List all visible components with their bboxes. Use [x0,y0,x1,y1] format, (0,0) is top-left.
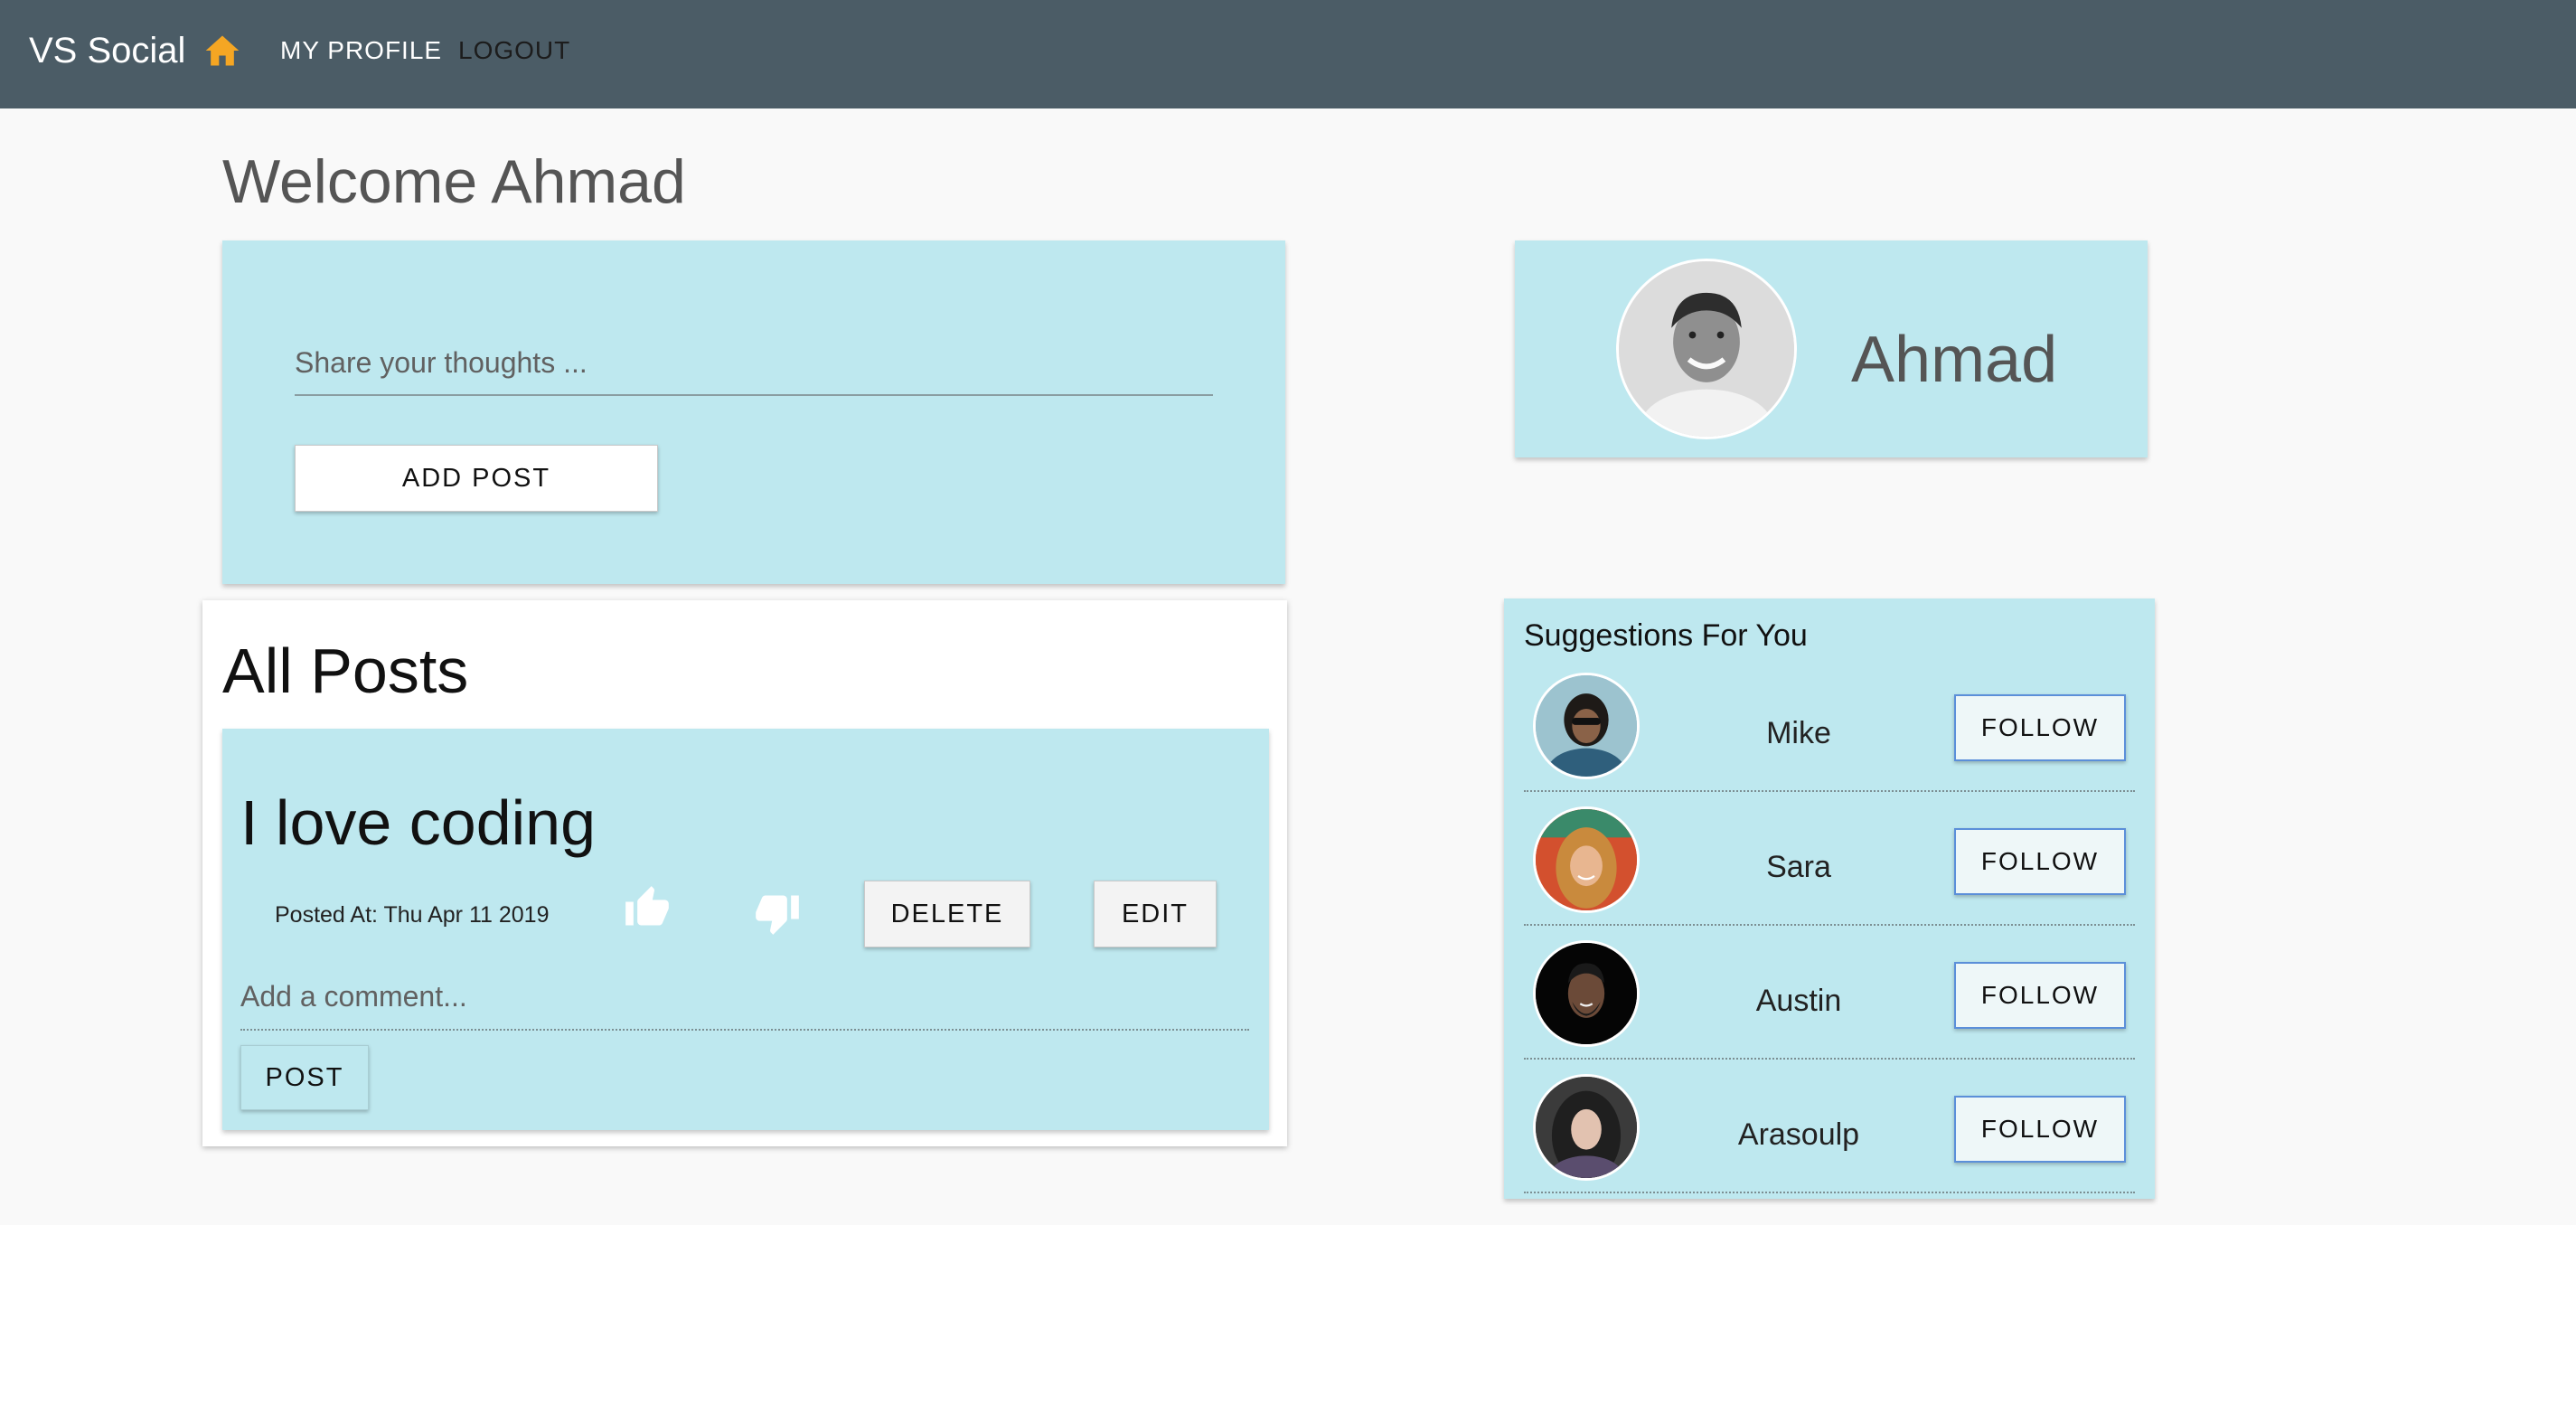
follow-button[interactable]: FOLLOW [1954,1096,2126,1163]
suggestion-avatar-mike[interactable] [1533,673,1640,779]
nav-my-profile[interactable]: MY PROFILE [280,34,442,67]
home-icon[interactable] [202,31,242,71]
follow-button[interactable]: FOLLOW [1954,828,2126,895]
edit-button[interactable]: EDIT [1094,881,1217,947]
follow-button[interactable]: FOLLOW [1954,694,2126,761]
nav-logout[interactable]: LOGOUT [458,34,570,67]
post-title: I love coding [240,787,597,858]
composer-card: ADD POST [222,240,1285,584]
follow-button[interactable]: FOLLOW [1954,962,2126,1029]
thumb-up-icon[interactable] [624,884,671,931]
post-comment-button[interactable]: POST [240,1045,369,1110]
avatar-icon [1536,1077,1637,1178]
divider [1524,790,2135,792]
page-title: Welcome Ahmad [222,147,686,216]
divider [1524,1058,2135,1060]
posts-heading: All Posts [222,636,469,706]
avatar-icon [1536,809,1637,910]
divider [1524,1192,2135,1193]
profile-name: Ahmad [1851,324,2058,396]
suggestion-avatar-arasoulp[interactable] [1533,1074,1640,1181]
comment-input[interactable] [240,964,1249,1031]
suggestion-avatar-sara[interactable] [1533,806,1640,913]
post-timestamp: Posted At: Thu Apr 11 2019 [275,902,550,928]
avatar-icon [1536,943,1637,1044]
divider [1524,924,2135,926]
suggestion-name: Austin [1755,984,1842,1018]
brand-logo[interactable]: VS Social [29,27,185,74]
avatar[interactable] [1616,259,1797,439]
suggestions-title: Suggestions For You [1524,618,1808,653]
suggestion-avatar-austin[interactable] [1533,940,1640,1047]
delete-button[interactable]: DELETE [864,881,1030,947]
avatar-icon [1619,261,1794,437]
navbar: VS Social MY PROFILE LOGOUT [0,0,2576,108]
suggestion-name: Mike [1766,716,1831,750]
suggestion-name: Arasoulp [1737,1117,1860,1152]
avatar-icon [1536,675,1637,777]
thumb-down-icon[interactable] [754,890,801,937]
add-post-button[interactable]: ADD POST [295,445,658,512]
suggestion-name: Sara [1766,850,1831,884]
thought-input[interactable] [295,331,1213,396]
